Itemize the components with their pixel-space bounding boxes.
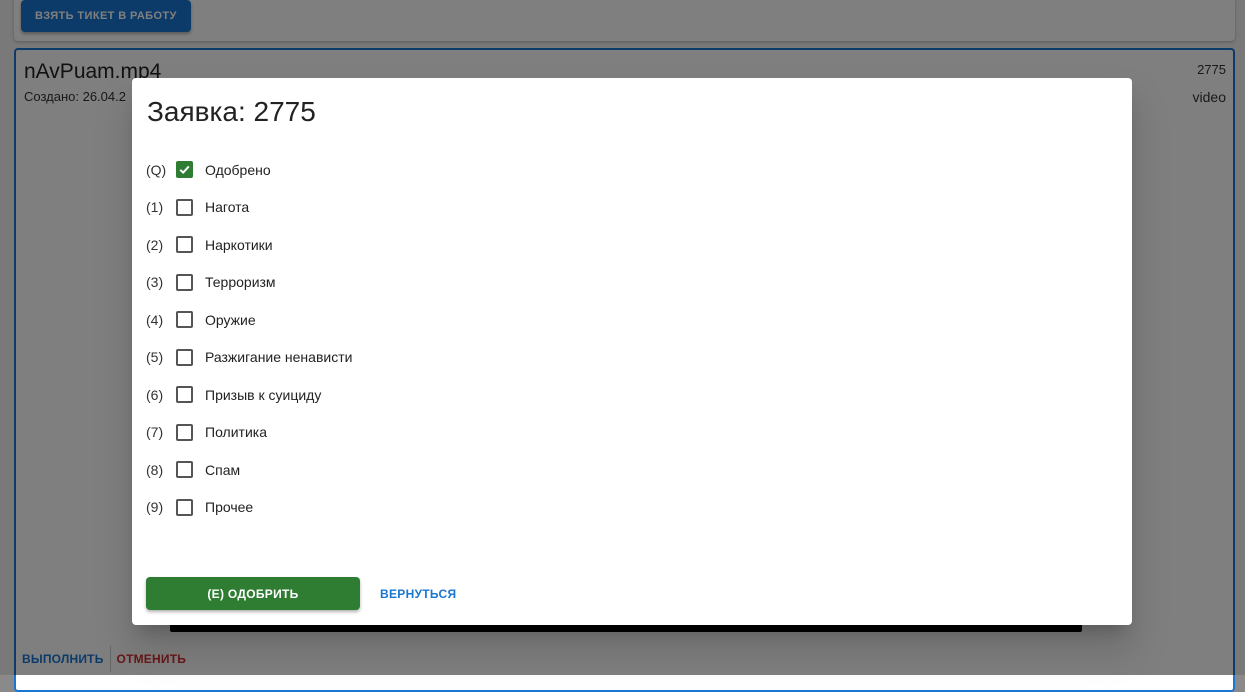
option-label: Оружие: [205, 311, 256, 328]
option-politics[interactable]: (7) Политика: [146, 414, 352, 452]
option-checkbox[interactable]: [176, 311, 193, 329]
option-label: Прочее: [205, 499, 254, 516]
option-checkbox[interactable]: [176, 423, 193, 441]
option-checkbox[interactable]: [176, 348, 193, 366]
option-checkbox[interactable]: [176, 198, 193, 216]
option-label: Призыв к суициду: [205, 386, 322, 403]
option-hotkey: (2): [146, 236, 164, 253]
option-label: Терроризм: [205, 274, 276, 291]
approve-button[interactable]: (E) ОДОБРИТЬ: [146, 577, 360, 610]
option-label: Одобрено: [205, 161, 271, 178]
option-hotkey: (1): [146, 199, 164, 216]
option-hotkey: (4): [146, 311, 164, 328]
back-button[interactable]: ВЕРНУТЬСЯ: [372, 577, 464, 610]
option-nudity[interactable]: (1) Нагота: [146, 189, 352, 227]
option-label: Нагота: [205, 199, 250, 216]
option-checkbox[interactable]: [176, 461, 193, 479]
option-label: Спам: [205, 461, 241, 478]
moderation-options: (Q) Одобрено (1) Нагота (2) Наркотики (3…: [146, 151, 352, 526]
option-hotkey: (7): [146, 424, 164, 441]
option-checkbox[interactable]: [176, 386, 193, 404]
option-checkbox[interactable]: [176, 236, 193, 254]
option-approved[interactable]: (Q) Одобрено: [146, 151, 352, 189]
option-checkbox[interactable]: [176, 273, 193, 291]
option-hotkey: (8): [146, 461, 164, 478]
dialog-title: Заявка: 2775: [147, 96, 316, 127]
option-label: Разжигание ненависти: [205, 349, 353, 366]
moderation-dialog: Заявка: 2775 (Q) Одобрено (1) Нагота (2)…: [132, 78, 1132, 625]
option-hotkey: (3): [146, 274, 164, 291]
option-label: Политика: [205, 424, 267, 441]
option-label: Наркотики: [205, 236, 273, 253]
option-weapons[interactable]: (4) Оружие: [146, 301, 352, 339]
option-hate-speech[interactable]: (5) Разжигание ненависти: [146, 339, 352, 377]
option-hotkey: (9): [146, 499, 164, 516]
option-hotkey: (6): [146, 386, 164, 403]
option-drugs[interactable]: (2) Наркотики: [146, 226, 352, 264]
option-hotkey: (Q): [146, 161, 167, 178]
check-icon: [179, 165, 190, 175]
option-suicide[interactable]: (6) Призыв к суициду: [146, 376, 352, 414]
option-terrorism[interactable]: (3) Терроризм: [146, 264, 352, 302]
option-checkbox[interactable]: [176, 161, 193, 179]
option-other[interactable]: (9) Прочее: [146, 489, 352, 527]
option-checkbox[interactable]: [176, 498, 193, 516]
option-spam[interactable]: (8) Спам: [146, 451, 352, 489]
option-hotkey: (5): [146, 349, 164, 366]
